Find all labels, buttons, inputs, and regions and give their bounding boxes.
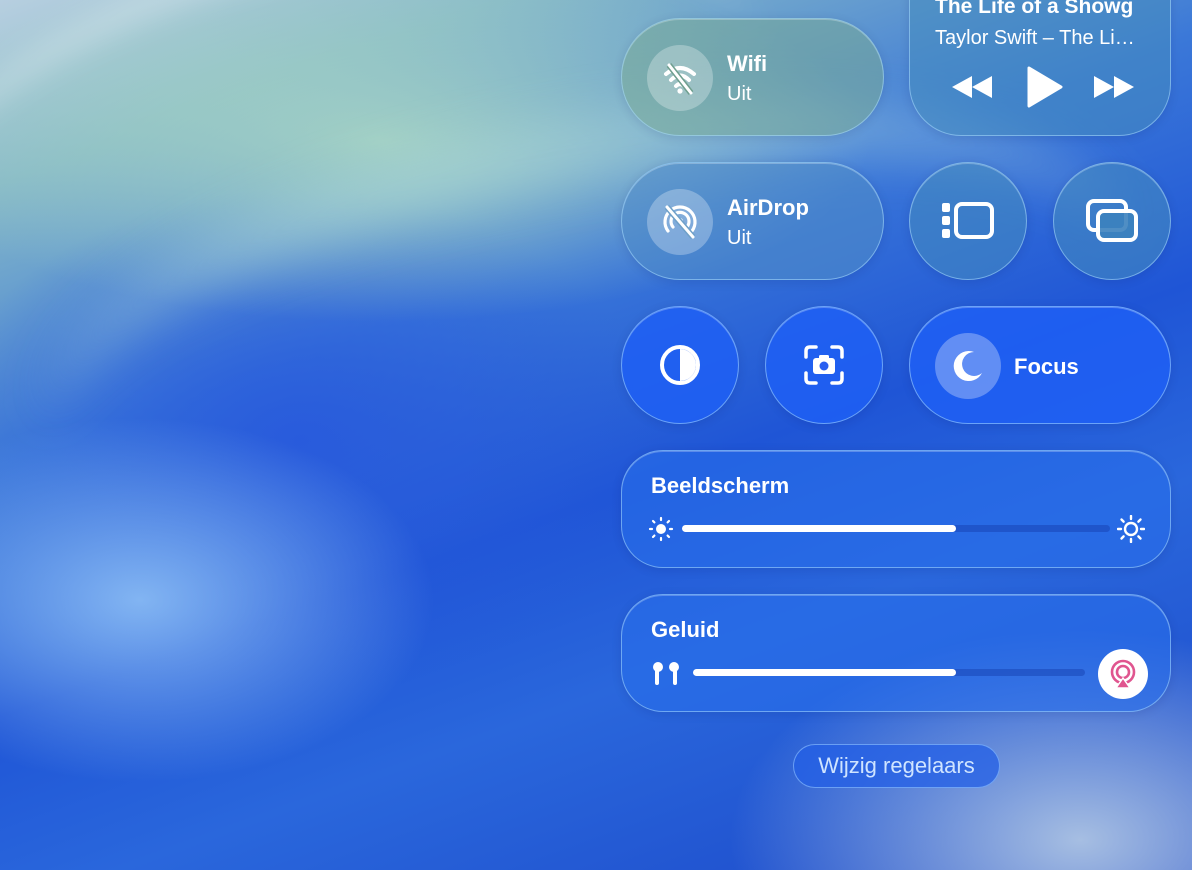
sound-label: Geluid [651, 617, 720, 642]
now-playing-subtitle: Taylor Swift – The Li… [935, 27, 1135, 49]
airdrop-title: AirDrop [727, 195, 809, 220]
screenshot-icon [804, 345, 844, 385]
brightness-slider-fill [682, 525, 956, 532]
wifi-off-icon [647, 45, 713, 111]
screenshot-button[interactable] [765, 306, 883, 424]
focus-label: Focus [1014, 354, 1079, 379]
airdrop-off-icon [647, 189, 713, 255]
play-icon [1027, 66, 1063, 108]
contrast-icon [660, 345, 700, 385]
rewind-icon [952, 76, 992, 98]
moon-icon [935, 333, 1001, 399]
brightness-slider[interactable] [682, 525, 1110, 532]
screen-mirroring-button[interactable] [1053, 162, 1171, 280]
now-playing-tile[interactable]: The Life of a Showg Taylor Swift – The L… [909, 0, 1171, 136]
airdrop-toggle[interactable]: AirDrop Uit [621, 162, 884, 280]
dark-mode-button[interactable] [621, 306, 739, 424]
edit-controls-button[interactable]: Wijzig regelaars [793, 744, 1000, 788]
wifi-title: Wifi [727, 51, 768, 76]
volume-slider[interactable] [693, 669, 1085, 676]
play-button[interactable] [1025, 66, 1065, 108]
wifi-toggle[interactable]: Wifi Uit [621, 18, 884, 136]
brightness-low-icon [648, 516, 674, 542]
wifi-status: Uit [727, 83, 752, 105]
fast-forward-button[interactable] [1090, 72, 1136, 102]
fast-forward-icon [1094, 76, 1134, 98]
airpods-icon [653, 662, 679, 685]
sound-module: Geluid [621, 594, 1171, 712]
focus-toggle[interactable]: Focus [909, 306, 1171, 424]
airplay-audio-icon [1110, 659, 1136, 689]
stage-manager-button[interactable] [909, 162, 1027, 280]
rewind-button[interactable] [950, 72, 996, 102]
stage-manager-icon [942, 202, 994, 239]
now-playing-title: The Life of a Showg [935, 0, 1134, 18]
volume-slider-fill [693, 669, 956, 676]
airplay-audio-button[interactable] [1098, 649, 1148, 699]
display-module: Beeldscherm [621, 450, 1171, 568]
brightness-high-icon [1117, 515, 1145, 543]
screen-mirroring-icon [1086, 199, 1138, 242]
display-label: Beeldscherm [651, 473, 790, 498]
airdrop-status: Uit [727, 227, 752, 249]
